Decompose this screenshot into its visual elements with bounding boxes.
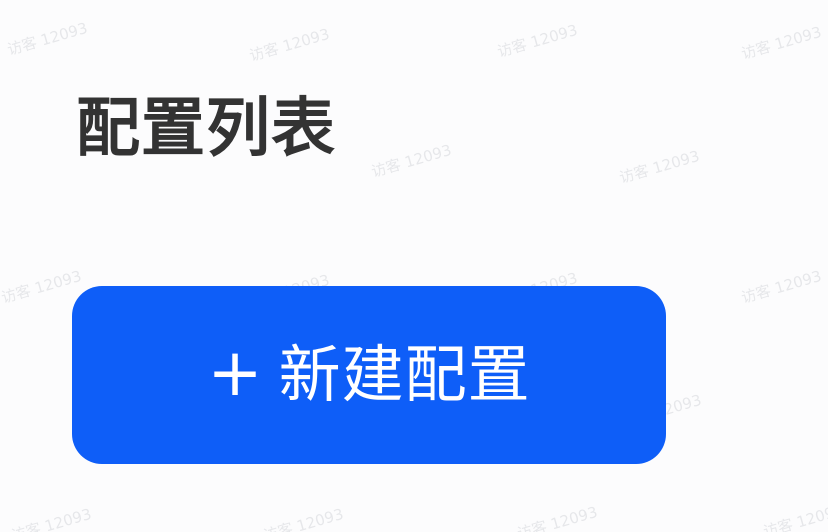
watermark-text: 访客 12093: [5, 18, 90, 60]
watermark-text: 访客 12093: [247, 24, 332, 66]
plus-icon: +: [207, 334, 263, 411]
watermark-text: 访客 12093: [515, 502, 600, 532]
page-title: 配置列表: [76, 92, 336, 166]
watermark-text: 访客 12093: [0, 266, 84, 308]
watermark-text: 访客 12093: [495, 20, 580, 62]
new-config-button[interactable]: + 新建配置: [72, 286, 666, 464]
config-list-page: 访客 12093 访客 12093 访客 12093 访客 12093 访客 1…: [0, 0, 828, 532]
watermark-text: 访客 12093: [9, 504, 94, 532]
watermark-text: 访客 12093: [617, 146, 702, 188]
new-config-label: 新建配置: [278, 338, 531, 411]
watermark-text: 访客 12093: [261, 504, 346, 532]
watermark-text: 访客 12093: [761, 500, 828, 532]
watermark-text: 访客 12093: [739, 266, 824, 308]
watermark-text: 访客 12093: [739, 22, 824, 64]
watermark-text: 访客 12093: [369, 140, 454, 182]
